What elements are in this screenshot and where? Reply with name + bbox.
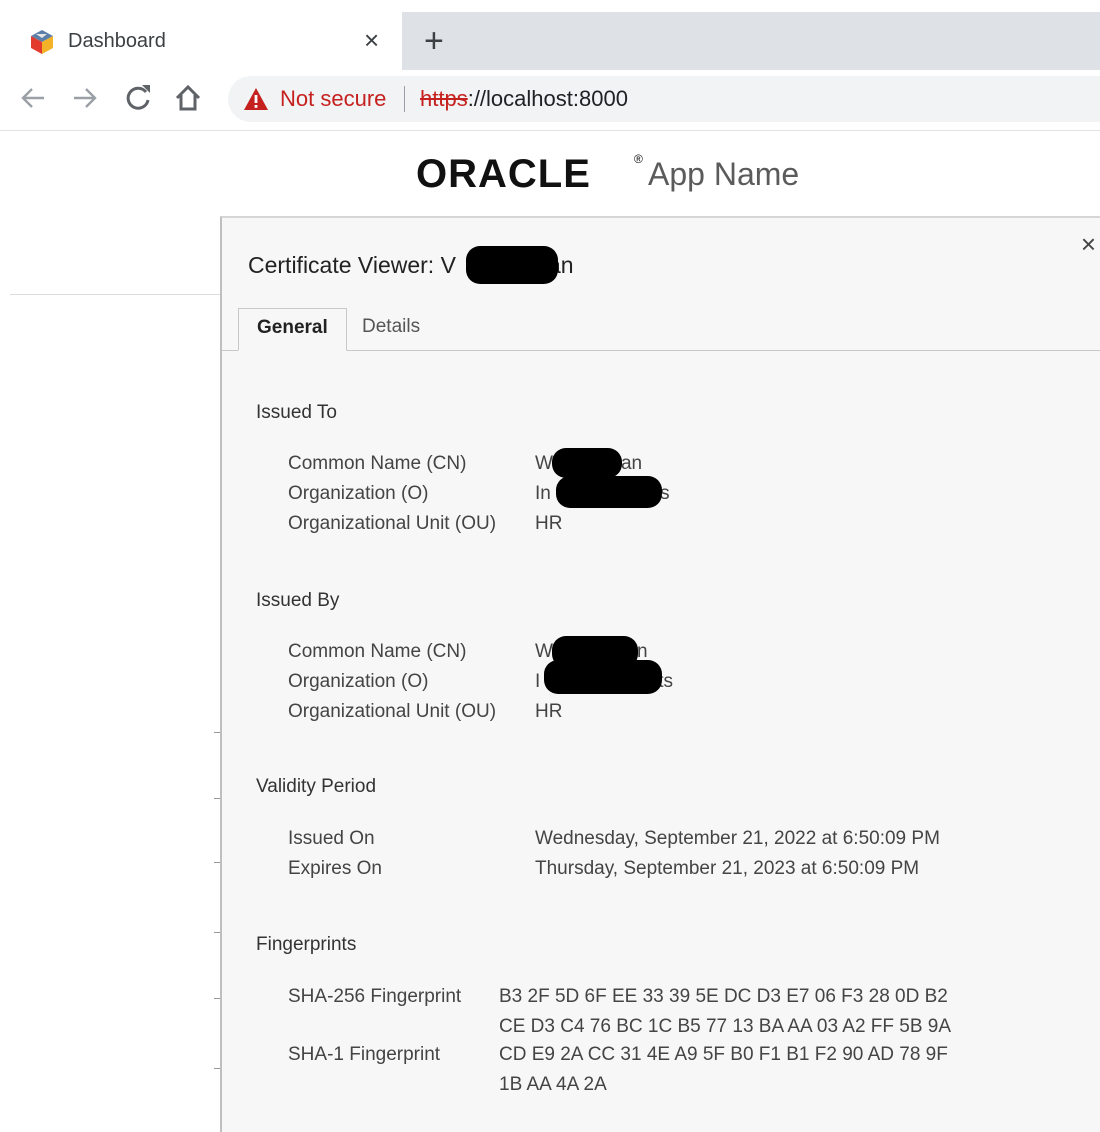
issued-on-value: Wednesday, September 21, 2022 at 6:50:09… bbox=[535, 828, 940, 849]
url-text[interactable]: https://localhost:8000 bbox=[420, 86, 628, 112]
tab-general[interactable]: General bbox=[238, 308, 347, 351]
issued-by-ou-label: Organizational Unit (OU) bbox=[288, 701, 497, 722]
issued-to-org-label: Organization (O) bbox=[288, 483, 429, 504]
issued-by-org-label: Organization (O) bbox=[288, 671, 429, 692]
sha256-value-line2: CE D3 C4 76 BC 1C B5 77 13 BA AA 03 A2 F… bbox=[499, 1016, 952, 1037]
issued-by-ou-value: HR bbox=[535, 701, 563, 722]
tab-strip-background bbox=[402, 12, 1100, 70]
tab-dashboard[interactable]: Dashboard × bbox=[10, 12, 402, 70]
sha256-value-line1: B3 2F 5D 6F EE 33 39 5E DC D3 E7 06 F3 2… bbox=[499, 986, 948, 1007]
brand-wordmark: ORACLE bbox=[416, 152, 591, 196]
sha1-value-line1: CD E9 2A CC 31 4E A9 5F B0 F1 B1 F2 90 A… bbox=[499, 1044, 948, 1065]
sha1-label: SHA-1 Fingerprint bbox=[288, 1044, 441, 1065]
issued-to-cn-label: Common Name (CN) bbox=[288, 453, 467, 474]
dialog-tabs: General Details bbox=[222, 308, 1100, 351]
redaction-mark bbox=[552, 448, 622, 478]
app-name: App Name bbox=[648, 156, 800, 192]
home-icon[interactable] bbox=[172, 80, 204, 125]
reload-icon[interactable] bbox=[122, 80, 154, 125]
issued-by-cn-label: Common Name (CN) bbox=[288, 641, 467, 662]
issued-on-label: Issued On bbox=[288, 828, 375, 849]
fingerprints-heading: Fingerprints bbox=[256, 934, 357, 955]
warning-icon[interactable] bbox=[242, 85, 270, 113]
certificate-viewer-dialog: × Certificate Viewer: V an General Detail… bbox=[220, 216, 1100, 1132]
url-scheme: https bbox=[420, 86, 468, 111]
forward-icon[interactable] bbox=[70, 80, 100, 125]
expires-on-label: Expires On bbox=[288, 858, 382, 879]
dialog-title-prefix: Certificate Viewer: V bbox=[248, 252, 456, 278]
tab-details[interactable]: Details bbox=[344, 308, 438, 349]
org-visible: In bbox=[535, 483, 551, 504]
redaction-mark bbox=[466, 246, 558, 284]
cn-tail: an bbox=[620, 453, 643, 474]
tab-close-icon[interactable]: × bbox=[364, 26, 379, 54]
issued-to-ou-label: Organizational Unit (OU) bbox=[288, 513, 497, 534]
issued-to-ou-value: HR bbox=[535, 513, 563, 534]
issued-to-heading: Issued To bbox=[256, 402, 337, 423]
cn-visible: W bbox=[535, 641, 553, 662]
sha1-value-line2: 1B AA 4A 2A bbox=[499, 1074, 607, 1095]
cn-visible: W bbox=[535, 453, 553, 474]
sha256-label: SHA-256 Fingerprint bbox=[288, 986, 462, 1007]
tab-strip: Dashboard × + bbox=[0, 0, 1100, 70]
close-icon[interactable]: × bbox=[1081, 230, 1096, 258]
issued-by-heading: Issued By bbox=[256, 590, 340, 611]
redaction-mark bbox=[556, 476, 662, 508]
url-host: ://localhost:8000 bbox=[467, 86, 628, 111]
address-bar[interactable]: Not secure https://localhost:8000 bbox=[228, 76, 1100, 122]
app-favicon-icon bbox=[31, 30, 53, 54]
page-divider bbox=[10, 294, 222, 295]
security-status[interactable]: Not secure bbox=[280, 86, 386, 112]
brand-registered-mark: ® bbox=[634, 152, 643, 166]
org-visible: I bbox=[535, 671, 541, 692]
address-separator bbox=[404, 86, 405, 112]
expires-on-value: Thursday, September 21, 2023 at 6:50:09 … bbox=[535, 858, 920, 879]
browser-toolbar: Not secure https://localhost:8000 bbox=[0, 70, 1100, 131]
back-icon[interactable] bbox=[18, 80, 48, 125]
redaction-mark bbox=[544, 660, 662, 694]
new-tab-button[interactable]: + bbox=[424, 24, 444, 58]
cn-tail: n bbox=[636, 641, 648, 662]
tab-title: Dashboard bbox=[68, 30, 166, 52]
validity-heading: Validity Period bbox=[256, 776, 377, 797]
